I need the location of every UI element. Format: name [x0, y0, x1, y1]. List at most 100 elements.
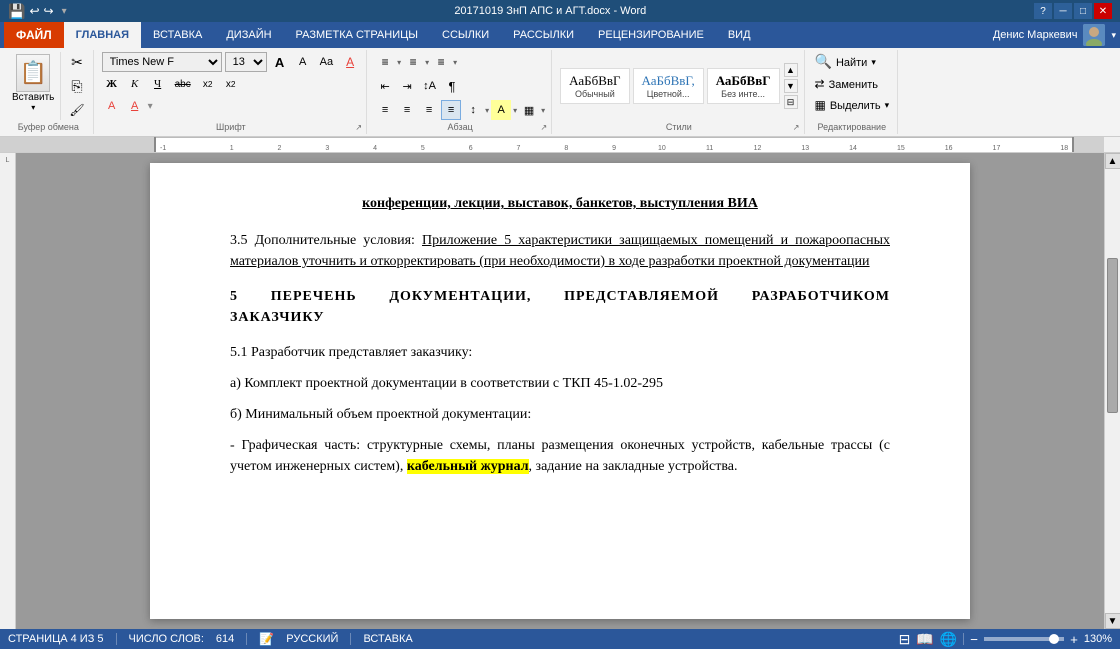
view-web-button[interactable]: 🌐 — [940, 631, 957, 648]
redo-btn[interactable]: ↪ — [44, 4, 54, 18]
ribbon: 📋 Вставить ▾ ✂ ⎘ 🖌 Буфер обмена Times Ne… — [0, 48, 1120, 137]
zoom-bar: ⊟ 📖 🌐 − + 130% — [899, 631, 1112, 648]
sort-button[interactable]: ↕A — [419, 76, 440, 96]
document-page[interactable]: конференции, лекции, выставок, банкетов,… — [150, 163, 970, 619]
editing-group-label: Редактирование — [807, 122, 898, 132]
window-title: 20171019 ЗнП АПС и АГТ.docx - Word — [67, 5, 1034, 17]
minimize-button[interactable]: ─ — [1054, 3, 1072, 19]
clear-format-button[interactable]: A — [340, 52, 360, 72]
font-grow-button[interactable]: A — [270, 52, 290, 72]
user-dropdown-arrow[interactable]: ▾ — [1111, 30, 1116, 41]
format-painter-button[interactable]: 🖌 — [65, 100, 88, 120]
copy-button[interactable]: ⎘ — [65, 76, 88, 96]
find-button[interactable]: 🔍 Найти ▾ — [813, 52, 892, 73]
bullets-arrow[interactable]: ▾ — [397, 58, 401, 67]
borders-button[interactable]: ▦ — [519, 100, 539, 120]
multilevel-arrow[interactable]: ▾ — [453, 58, 457, 67]
scroll-up-button[interactable]: ▲ — [1105, 153, 1120, 169]
font-case-button[interactable]: Aa — [316, 52, 337, 72]
language[interactable]: РУССКИЙ — [286, 633, 338, 645]
tab-review[interactable]: РЕЦЕНЗИРОВАНИЕ — [586, 22, 716, 48]
style-nointe[interactable]: АаБбВвГ Без инте... — [707, 68, 780, 104]
align-left-button[interactable]: ≡ — [375, 100, 395, 120]
para-group-expand[interactable]: ↗ — [540, 123, 547, 132]
superscript-button[interactable]: x2 — [221, 74, 241, 94]
scrollbar-right[interactable]: ▲ ▼ — [1104, 153, 1120, 629]
align-right-button[interactable]: ≡ — [419, 100, 439, 120]
tab-references[interactable]: ССЫЛКИ — [430, 22, 501, 48]
bold-button[interactable]: Ж — [102, 74, 122, 94]
style-colored[interactable]: АаБбВвГ, Цветной... — [633, 68, 704, 104]
shading-arrow[interactable]: ▾ — [513, 106, 517, 115]
paste-button[interactable]: 📋 Вставить ▾ — [8, 52, 58, 120]
numbering-button[interactable]: ≡ — [403, 52, 423, 72]
document-area[interactable]: конференции, лекции, выставок, банкетов,… — [16, 153, 1104, 629]
styles-group-expand[interactable]: ↗ — [793, 123, 800, 132]
find-label: Найти — [836, 57, 867, 69]
align-center-button[interactable]: ≡ — [397, 100, 417, 120]
paste-arrow[interactable]: ▾ — [31, 103, 35, 112]
font-group-expand[interactable]: ↗ — [355, 123, 362, 132]
borders-arrow[interactable]: ▾ — [541, 106, 545, 115]
cut-button[interactable]: ✂ — [65, 52, 88, 72]
text-highlight-button[interactable]: A — [102, 96, 122, 116]
zoom-in-button[interactable]: + — [1070, 632, 1078, 647]
shading-button[interactable]: A — [491, 100, 511, 120]
scroll-down-button[interactable]: ▼ — [1105, 613, 1120, 629]
font-shrink-button[interactable]: A — [293, 52, 313, 72]
font-color-button[interactable]: A — [125, 96, 145, 116]
subscript-button[interactable]: x2 — [198, 74, 218, 94]
line-spacing-arrow[interactable]: ▾ — [485, 106, 489, 115]
scroll-thumb[interactable] — [1107, 258, 1118, 413]
restore-button[interactable]: □ — [1074, 3, 1092, 19]
zoom-level[interactable]: 130% — [1084, 633, 1112, 645]
styles-group: АаБбВвГ Обычный АаБбВвГ, Цветной... АаБб… — [554, 50, 804, 134]
font-color-arrow[interactable]: ▾ — [148, 101, 153, 112]
multilevel-button[interactable]: ≡ — [431, 52, 451, 72]
file-tab[interactable]: ФАЙЛ — [4, 22, 64, 48]
words-label: ЧИСЛО СЛОВ: — [129, 633, 204, 645]
undo-btn[interactable]: ↩ — [29, 4, 39, 18]
zoom-slider[interactable] — [984, 637, 1064, 641]
tab-insert[interactable]: ВСТАВКА — [141, 22, 214, 48]
font-name-select[interactable]: Times New F — [102, 52, 222, 72]
select-button[interactable]: ▦ Выделить ▾ — [813, 96, 892, 115]
font-size-select[interactable]: 13 — [225, 52, 267, 72]
style-scroll-more[interactable]: ⊟ — [784, 95, 798, 109]
style-normal[interactable]: АаБбВвГ Обычный — [560, 68, 629, 104]
view-layout-button[interactable]: ⊟ — [899, 631, 911, 648]
ruler: -1 1 2 3 4 5 6 7 8 9 10 11 12 13 14 15 1 — [0, 137, 1120, 153]
tab-mailings[interactable]: РАССЫЛКИ — [501, 22, 586, 48]
tab-view[interactable]: ВИД — [716, 22, 763, 48]
italic-button[interactable]: К — [125, 74, 145, 94]
select-arrow[interactable]: ▾ — [885, 100, 890, 111]
replace-button[interactable]: ⇄ Заменить — [813, 75, 892, 94]
edit-mode: ВСТАВКА — [363, 633, 412, 645]
zoom-out-button[interactable]: − — [970, 632, 978, 647]
tab-layout[interactable]: РАЗМЕТКА СТРАНИЦЫ — [284, 22, 430, 48]
help-button[interactable]: ? — [1034, 3, 1052, 19]
style-scroll-up[interactable]: ▲ — [784, 63, 798, 77]
numbering-arrow[interactable]: ▾ — [425, 58, 429, 67]
strikethrough-button[interactable]: abc — [171, 74, 195, 94]
bullets-button[interactable]: ≡ — [375, 52, 395, 72]
words-count: 614 — [216, 633, 234, 645]
underline-button[interactable]: Ч — [148, 74, 168, 94]
style-scroll-down[interactable]: ▼ — [784, 79, 798, 93]
line-spacing-button[interactable]: ↕ — [463, 100, 483, 120]
show-marks-button[interactable]: ¶ — [442, 76, 462, 96]
paragraph-group: ≡ ▾ ≡ ▾ ≡ ▾ ⇤ ⇥ ↕A ¶ ≡ ≡ ≡ ≡ ↕ ▾ A ▾ — [369, 50, 552, 134]
decrease-indent-button[interactable]: ⇤ — [375, 76, 395, 96]
para35-prefix: 3.5 Дополнительные условия: — [230, 233, 422, 248]
styles-group-label: Стили — [554, 122, 803, 132]
increase-indent-button[interactable]: ⇥ — [397, 76, 417, 96]
align-justify-button[interactable]: ≡ — [441, 100, 461, 120]
find-arrow[interactable]: ▾ — [871, 57, 876, 68]
tab-design[interactable]: ДИЗАЙН — [214, 22, 283, 48]
spell-check-icon[interactable]: 📝 — [259, 632, 274, 646]
view-read-button[interactable]: 📖 — [916, 631, 933, 648]
toolbar-row: 📋 Вставить ▾ ✂ ⎘ 🖌 Буфер обмена Times Ne… — [0, 48, 1120, 136]
close-button[interactable]: ✕ — [1094, 3, 1112, 19]
tab-home[interactable]: ГЛАВНАЯ — [64, 22, 141, 48]
doc-para-35: 3.5 Дополнительные условия: Приложение 5… — [230, 230, 890, 272]
